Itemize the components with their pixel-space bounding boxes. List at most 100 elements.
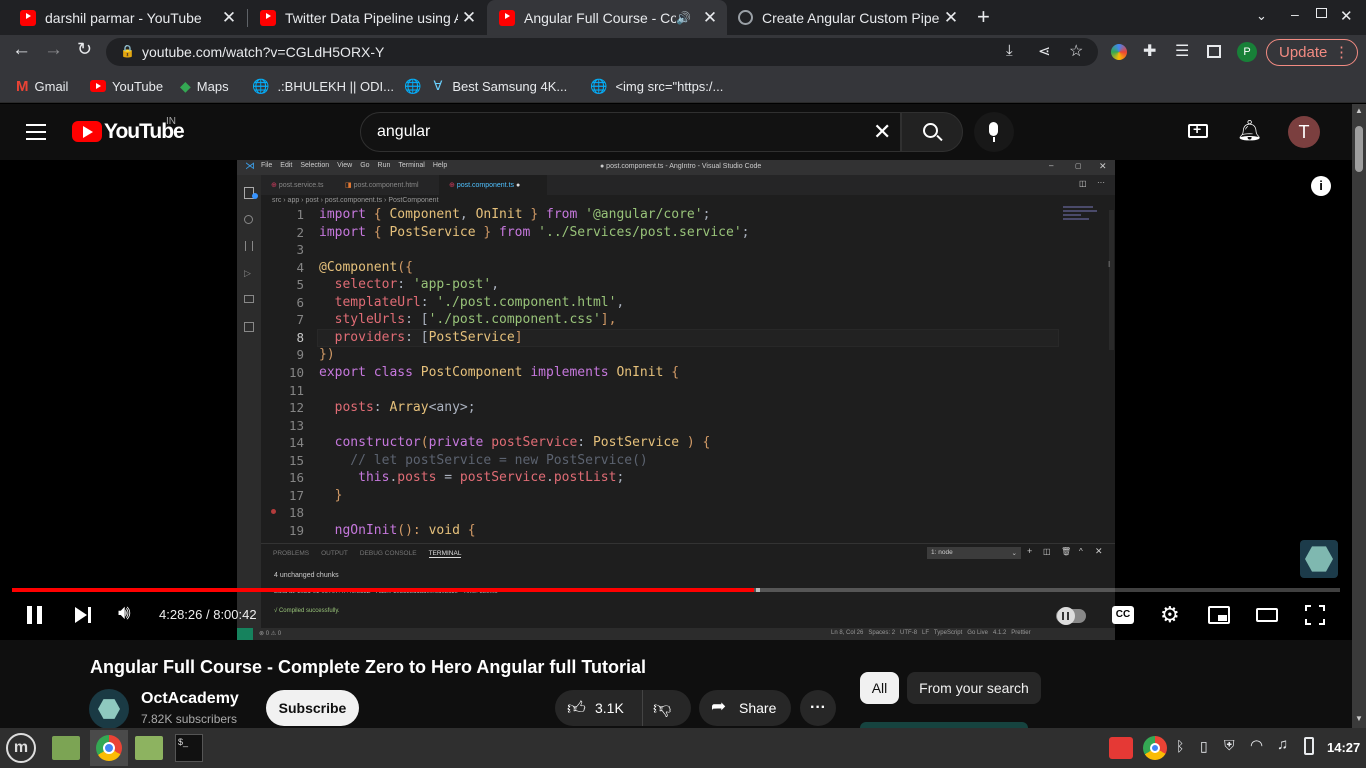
subtitles-cc-icon[interactable]: CC: [1112, 606, 1134, 624]
browser-tab[interactable]: Create Angular Custom Pipes ✕: [728, 0, 968, 35]
info-icon[interactable]: i: [1311, 176, 1331, 196]
miniplayer-icon[interactable]: [1208, 606, 1230, 624]
scrollbar-thumb[interactable]: [1355, 126, 1363, 172]
more-actions-button[interactable]: ···: [800, 690, 836, 726]
bookmark-bhulekh[interactable]: 🌐 .:BHULEKH || ODI...: [252, 69, 394, 103]
time-display: 4:28:26 / 8:00:42: [159, 607, 257, 622]
bookmark-samsung[interactable]: 🌐 ∀ Best Samsung 4K...: [404, 69, 567, 103]
browser-tab-active[interactable]: Angular Full Course - Com 🔊 ✕: [487, 0, 727, 35]
clipboard-icon[interactable]: ▯: [1200, 738, 1208, 755]
browser-tab[interactable]: darshil parmar - YouTube ✕: [0, 0, 246, 35]
taskbar-chrome-active[interactable]: [90, 730, 128, 766]
chip-all[interactable]: All: [860, 672, 899, 704]
video-title: Angular Full Course - Complete Zero to H…: [90, 657, 647, 677]
notifications-bell-icon[interactable]: 🔔︎: [1237, 118, 1262, 143]
extension-icon[interactable]: [1111, 44, 1127, 60]
channel-watermark[interactable]: [1300, 540, 1338, 578]
line-number: 16: [288, 470, 304, 486]
create-video-icon[interactable]: +: [1188, 121, 1208, 138]
new-tab-icon[interactable]: +: [977, 4, 990, 30]
audio-playing-icon[interactable]: 🔊: [676, 11, 691, 25]
page-scrollbar[interactable]: ▲ ▼: [1352, 104, 1366, 728]
side-panel-icon[interactable]: [1207, 45, 1221, 58]
next-video-button[interactable]: [72, 604, 94, 626]
bookmark-maps[interactable]: ◆ Maps: [180, 69, 229, 103]
search-button[interactable]: [901, 112, 963, 152]
line-number: 13: [288, 417, 304, 433]
bookmark-youtube[interactable]: YouTube: [90, 69, 163, 103]
line-number: 14: [288, 435, 304, 451]
extensions-puzzle-icon[interactable]: ✚: [1143, 41, 1156, 61]
install-app-icon[interactable]: ⤓: [1006, 42, 1013, 59]
media-queue-icon[interactable]: ☰: [1175, 41, 1189, 61]
fullscreen-icon[interactable]: [1305, 605, 1325, 625]
url-text[interactable]: youtube.com/watch?v=CGLdH5ORX-Y: [142, 44, 384, 60]
globe-icon: 🌐: [404, 77, 422, 94]
clock[interactable]: 14:27: [1327, 740, 1360, 755]
channel-name[interactable]: OctAcademy: [141, 690, 239, 708]
vscode-menu-item: View: [337, 162, 353, 169]
close-window-icon[interactable]: ✕: [1340, 7, 1353, 25]
chip-from-your-search[interactable]: From your search: [907, 672, 1041, 704]
code-line: posts: Array<any>;: [334, 400, 476, 416]
search-box[interactable]: angular ✕: [360, 112, 901, 152]
close-tab-icon[interactable]: ✕: [218, 8, 240, 28]
share-icon[interactable]: ⋖: [1038, 42, 1051, 60]
youtube-logo-icon[interactable]: [72, 121, 102, 142]
update-button[interactable]: Update ⋮: [1266, 39, 1358, 66]
anydesk-icon[interactable]: [1109, 737, 1133, 759]
voice-search-button[interactable]: [974, 112, 1014, 152]
close-tab-icon[interactable]: ✕: [699, 8, 721, 28]
hamburger-menu-icon[interactable]: [26, 124, 46, 140]
profile-avatar[interactable]: P: [1237, 42, 1257, 62]
forward-icon[interactable]: →: [44, 39, 63, 61]
close-tab-icon[interactable]: ✕: [940, 8, 962, 28]
restore-icon[interactable]: [1316, 8, 1327, 18]
video-progress-bar[interactable]: [12, 588, 1340, 592]
code-line: export class PostComponent implements On…: [319, 364, 680, 380]
reload-icon[interactable]: ↻: [77, 39, 92, 60]
browser-tab[interactable]: Twitter Data Pipeline using Ai ✕: [240, 0, 486, 35]
terminal-icon[interactable]: $_: [175, 734, 203, 762]
subscribe-button[interactable]: Subscribe: [266, 690, 359, 726]
bluetooth-icon[interactable]: ᛒ: [1176, 738, 1184, 754]
chrome-tray-icon[interactable]: [1143, 736, 1167, 760]
thumbs-down-icon[interactable]: 👎︎: [653, 697, 671, 719]
music-note-icon[interactable]: ♫: [1277, 736, 1288, 753]
youtube-icon: [260, 9, 276, 26]
file-manager-icon[interactable]: [135, 736, 163, 760]
theater-mode-icon[interactable]: [1256, 608, 1278, 622]
share-button[interactable]: ➦ Share: [699, 690, 791, 726]
clear-search-icon[interactable]: ✕: [873, 119, 891, 145]
back-icon[interactable]: ←: [12, 39, 31, 61]
channel-avatar[interactable]: [89, 689, 129, 729]
code-line: providers: [PostService]: [334, 329, 523, 345]
shield-icon[interactable]: ⛨: [1224, 737, 1235, 754]
like-button[interactable]: 👍︎ 3.1K: [555, 690, 643, 726]
bookmark-star-icon[interactable]: ☆: [1069, 41, 1083, 61]
bookmark-img[interactable]: 🌐 <img src="https:/...: [590, 69, 723, 103]
line-number: 17: [288, 487, 304, 503]
remote-explorer-icon: [244, 295, 254, 303]
close-tab-icon[interactable]: ✕: [458, 8, 480, 28]
line-number: 10: [288, 364, 304, 380]
address-bar[interactable]: 🔒 youtube.com/watch?v=CGLdH5ORX-Y ⤓ ⋖ ☆: [106, 38, 1098, 66]
autoplay-toggle[interactable]: [1056, 607, 1086, 625]
browser-tab-bar: darshil parmar - YouTube ✕ Twitter Data …: [0, 0, 1366, 35]
os-taskbar: m $_ ᛒ ▯ ⛨ ◠ ♫ 14:27: [0, 728, 1366, 768]
battery-icon[interactable]: [1304, 737, 1314, 755]
line-number: 11: [288, 382, 304, 398]
mint-menu-icon[interactable]: m: [6, 733, 36, 763]
wifi-icon[interactable]: ◠: [1250, 736, 1263, 754]
vscode-statusbar: ⊗ 0 ⚠ 0 Ln 8, Col 26 Spaces: 2 UTF-8 LF …: [237, 628, 1115, 640]
bookmark-gmail[interactable]: M Gmail: [16, 69, 68, 103]
tab-search-chevron-icon[interactable]: ⌄: [1256, 8, 1267, 24]
minimize-icon[interactable]: –: [1291, 6, 1299, 22]
settings-gear-icon[interactable]: ⚙: [1160, 602, 1180, 628]
search-input[interactable]: angular: [377, 123, 430, 141]
account-avatar[interactable]: T: [1288, 116, 1320, 148]
volume-icon[interactable]: 🔊︎: [118, 602, 131, 625]
vscode-titlebar: ⋊ File Edit Selection View Go Run Terminal Help…: [237, 160, 1115, 175]
files-folder-icon[interactable]: [52, 736, 80, 760]
pause-button[interactable]: [24, 604, 46, 626]
